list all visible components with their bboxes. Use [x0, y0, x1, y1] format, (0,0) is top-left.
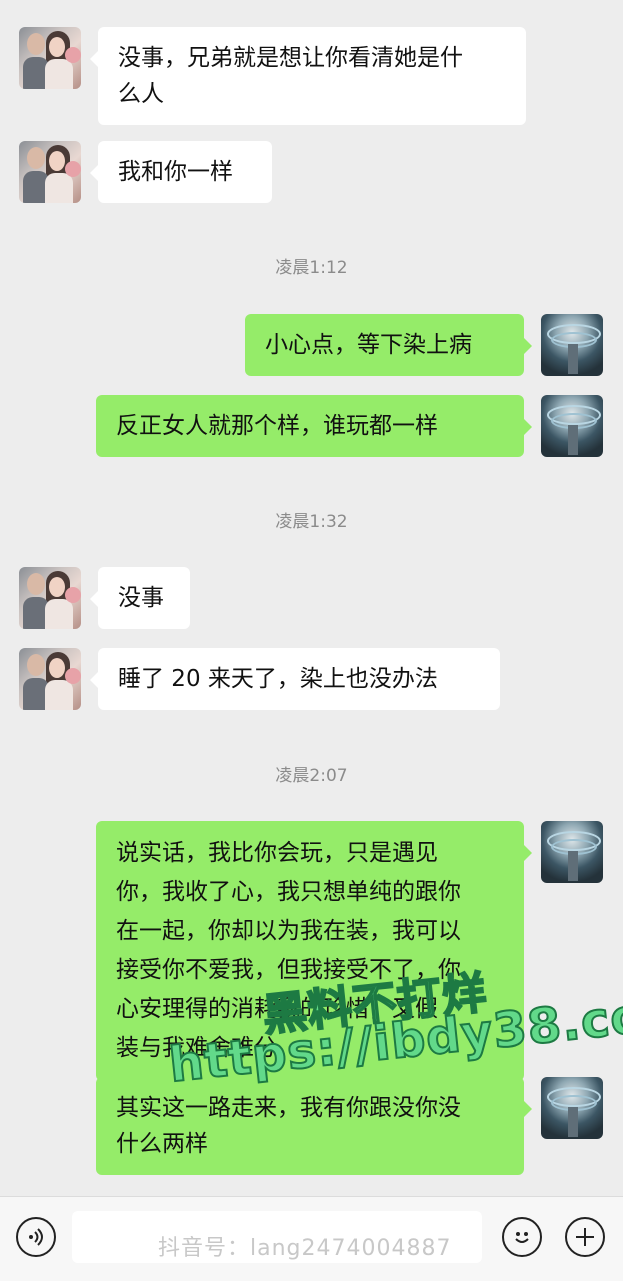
douyin-watermark: 抖音号：lang2474004887	[158, 1236, 452, 1261]
contact-avatar[interactable]	[19, 648, 81, 710]
message-bubble[interactable]: 小心点，等下染上病	[245, 314, 532, 376]
message-bubble[interactable]: 其实这一路走来，我有你跟没你没 什么两样	[96, 1077, 532, 1175]
message-bubble[interactable]: 没事	[90, 567, 190, 629]
timestamp: 凌晨1:12	[275, 258, 348, 278]
emoji-icon[interactable]	[502, 1217, 542, 1257]
timestamp: 凌晨2:07	[275, 766, 348, 786]
my-avatar[interactable]	[541, 395, 603, 457]
message-bubble[interactable]: 睡了 20 来天了，染上也没办法	[90, 648, 500, 710]
message-bubble[interactable]: 说实话，我比你会玩，只是遇见 你，我收了心，我只想单纯的跟你 在一起，你却以为我…	[96, 821, 532, 1081]
my-avatar[interactable]	[541, 1077, 603, 1139]
plus-icon[interactable]	[565, 1217, 605, 1257]
contact-avatar[interactable]	[19, 141, 81, 203]
message-bubble[interactable]: 我和你一样	[90, 141, 272, 203]
message-bubble[interactable]: 没事，兄弟就是想让你看清她是什 么人	[90, 27, 526, 125]
my-avatar[interactable]	[541, 314, 603, 376]
contact-avatar[interactable]	[19, 27, 81, 89]
timestamp: 凌晨1:32	[275, 512, 348, 532]
my-avatar[interactable]	[541, 821, 603, 883]
contact-avatar[interactable]	[19, 567, 81, 629]
voice-icon[interactable]	[16, 1217, 56, 1257]
message-bubble[interactable]: 反正女人就那个样，谁玩都一样	[96, 395, 532, 457]
